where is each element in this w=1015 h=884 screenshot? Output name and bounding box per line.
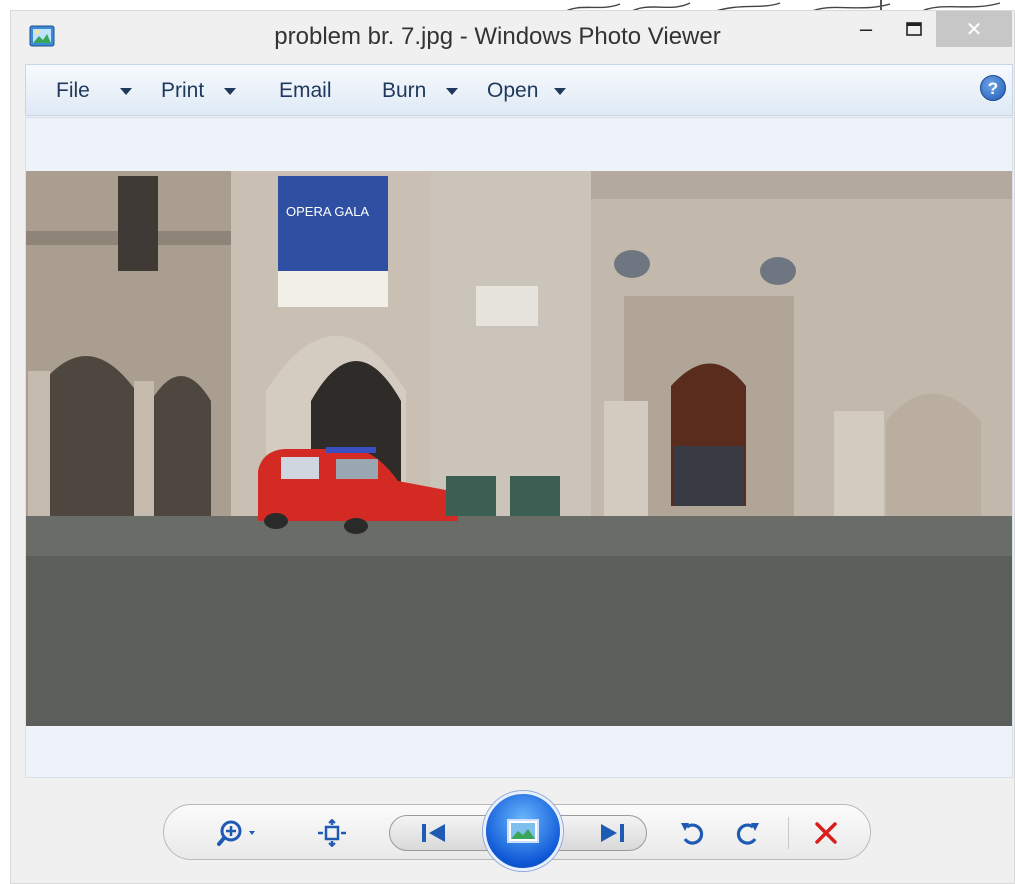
title-bar: problem br. 7.jpg - Windows Photo Viewer… — [11, 11, 1014, 63]
maximize-button[interactable] — [891, 11, 937, 47]
rotate-counterclockwise-icon — [681, 823, 704, 845]
previous-icon — [422, 824, 445, 842]
svg-text:OPERA GALA: OPERA GALA — [286, 204, 369, 219]
rotate-counterclockwise-button[interactable] — [674, 819, 710, 847]
menu-email-label: Email — [279, 79, 332, 102]
zoom-icon — [217, 820, 255, 846]
menu-open[interactable]: Open — [487, 79, 567, 103]
minimize-button[interactable]: – — [843, 11, 889, 47]
close-icon: ✕ — [965, 18, 983, 41]
menu-file[interactable]: File — [56, 79, 132, 103]
menu-bar: File Print Email Burn Open ? — [25, 64, 1013, 116]
menu-burn[interactable]: Burn — [382, 79, 459, 103]
image-viewport: OPERA GALA — [25, 117, 1013, 778]
help-icon[interactable]: ? — [980, 75, 1006, 101]
chevron-down-icon — [224, 87, 237, 95]
toolbar-separator — [788, 817, 789, 849]
menu-burn-label: Burn — [382, 79, 427, 102]
menu-open-label: Open — [487, 79, 539, 102]
next-button[interactable] — [592, 819, 632, 847]
maximize-icon — [906, 22, 922, 36]
actual-size-icon — [318, 819, 346, 847]
rotate-clockwise-button[interactable] — [730, 819, 766, 847]
minimize-icon: – — [859, 16, 873, 41]
next-icon — [601, 824, 624, 842]
slideshow-icon — [507, 819, 539, 843]
actual-size-button[interactable] — [314, 819, 350, 847]
menu-file-label: File — [56, 79, 90, 102]
delete-button[interactable] — [808, 819, 844, 847]
delete-icon — [815, 822, 837, 844]
previous-button[interactable] — [414, 819, 454, 847]
photo-viewer-window: problem br. 7.jpg - Windows Photo Viewer… — [10, 10, 1015, 884]
slideshow-button[interactable] — [483, 791, 563, 871]
playback-toolbar — [163, 791, 871, 871]
displayed-photo: OPERA GALA — [26, 171, 1012, 726]
close-button[interactable]: ✕ — [936, 11, 1012, 47]
chevron-down-icon — [119, 87, 132, 95]
zoom-button[interactable] — [216, 819, 266, 847]
menu-email[interactable]: Email — [279, 79, 332, 103]
chevron-down-icon — [446, 87, 459, 95]
menu-print-label: Print — [161, 79, 205, 102]
menu-print[interactable]: Print — [161, 79, 237, 103]
rotate-clockwise-icon — [736, 823, 759, 845]
chevron-down-icon — [554, 87, 567, 95]
